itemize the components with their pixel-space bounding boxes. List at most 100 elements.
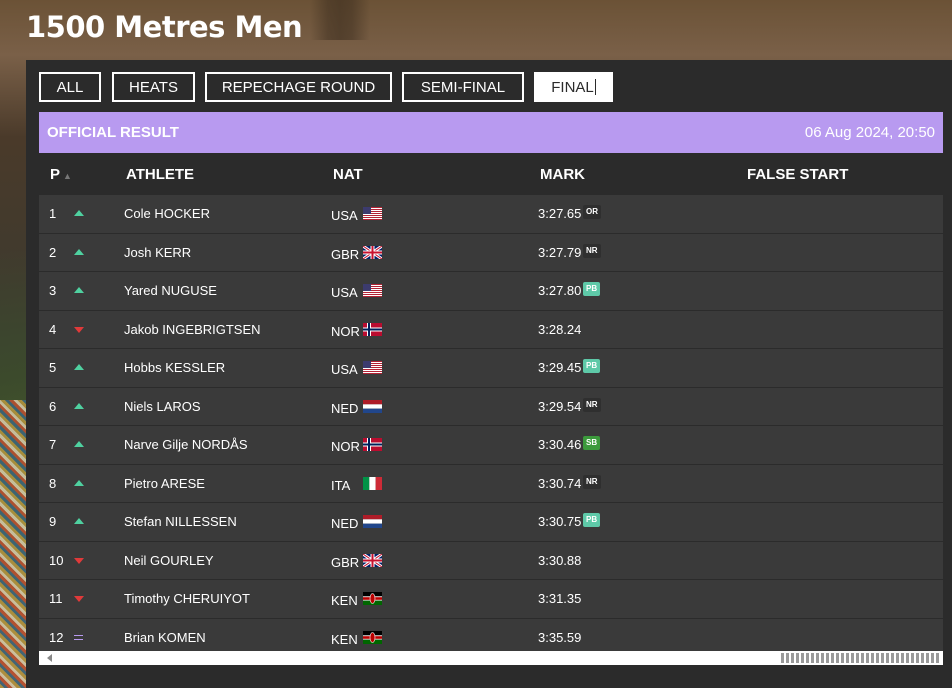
mark: 3:27.65 [538,206,582,221]
athlete-name[interactable]: Neil GOURLEY [124,553,214,568]
athlete-name[interactable]: Pietro ARESE [124,476,205,491]
record-badge: PB [583,282,601,296]
nat-code: GBR [331,554,360,570]
tab-repechage-round[interactable]: REPECHAGE ROUND [205,72,392,102]
trend-down-icon [74,326,84,333]
nat-code: NOR [331,439,360,454]
athlete-name[interactable]: Niels LAROS [124,399,201,414]
athlete-name[interactable]: Josh KERR [124,245,191,260]
table-row[interactable]: 7 Narve Gilje NORDÅS NOR 3:30.46 SB [39,426,943,465]
tab-final[interactable]: FINAL [534,72,613,102]
position: 4 [49,321,57,337]
eiffel-tower-silhouette [310,0,370,40]
nat-code: USA [331,208,358,223]
flag-icon [363,592,382,605]
position: 2 [49,244,57,260]
athlete-name[interactable]: Jakob INGEBRIGTSEN [124,322,261,337]
table-row[interactable]: 5 Hobbs KESSLER USA 3:29.45 PB [39,349,943,388]
table-row[interactable]: 2 Josh KERR GBR 3:27.79 NR [39,233,943,272]
position: 12 [49,629,64,645]
tab-heats[interactable]: HEATS [112,72,195,102]
nat-code: KEN [331,593,358,608]
athlete-name[interactable]: Narve Gilje NORDÅS [124,437,248,452]
page-title: 1500 Metres Men [26,10,303,44]
column-header-position-label: P [50,166,61,183]
nat-code: NOR [331,323,360,339]
result-status: OFFICIAL RESULT [47,124,179,141]
trend-up-icon [74,441,84,447]
column-header-mark: MARK [540,166,585,183]
mark: 3:29.54 [538,398,582,414]
athlete-name[interactable]: Yared NUGUSE [124,283,217,298]
results-panel: ALL HEATS REPECHAGE ROUND SEMI-FINAL FIN… [26,60,952,688]
athlete-name[interactable]: Cole HOCKER [124,206,210,221]
nat-code: GBR [331,246,360,262]
nat-code: NED [331,400,359,416]
tab-all[interactable]: ALL [39,72,101,102]
scroll-left-arrow-icon[interactable] [47,654,52,662]
table-header: P ▲ ATHLETE NAT MARK FALSE START [39,153,943,195]
mark: 3:27.79 [538,244,582,260]
results-table: P ▲ ATHLETE NAT MARK FALSE START 1 Cole HO… [39,153,943,657]
table-row[interactable]: 6 Niels LAROS NED 3:29.54 NR [39,387,943,426]
column-header-nat: NAT [333,166,363,183]
table-row[interactable]: 8 Pietro ARESE ITA 3:30.74 NR [39,464,943,503]
table-row[interactable]: 9 Stefan NILLESSEN NED 3:30.75 PB [39,503,943,542]
position: 1 [49,206,57,221]
position: 9 [49,514,57,529]
nat-code: NED [331,516,359,531]
flag-icon [363,284,382,297]
record-badge: NR [583,397,601,412]
record-badge: OR [583,205,601,219]
table-row[interactable]: 3 Yared NUGUSE USA 3:27.80 PB [39,272,943,311]
column-header-false-start: FALSE START [747,166,849,183]
trend-up-icon [74,479,84,486]
trend-equal-icon [74,634,83,640]
position: 5 [49,360,57,375]
mark: 3:30.88 [538,552,582,568]
record-badge: NR [583,474,601,489]
flag-icon [363,630,382,644]
mark: 3:29.45 [538,360,582,375]
sort-up-icon: ▲ [63,171,72,181]
table-row[interactable]: 10 Neil GOURLEY GBR 3:30.88 [39,541,943,580]
table-row[interactable]: 1 Cole HOCKER USA 3:27.65 OR [39,195,943,234]
athlete-name[interactable]: Brian KOMEN [124,630,206,645]
column-header-athlete: ATHLETE [126,166,195,183]
tab-semi-final[interactable]: SEMI-FINAL [402,72,524,102]
mark: 3:30.46 [538,437,582,452]
trend-up-icon [74,518,84,524]
athlete-name[interactable]: Hobbs KESSLER [124,360,225,375]
table-row[interactable]: 11 Timothy CHERUIYOT KEN 3:31.35 [39,580,943,619]
flag-icon [363,322,382,336]
flag-icon [363,515,382,528]
tab-final-label: FINAL [551,78,594,96]
athlete-name[interactable]: Stefan NILLESSEN [124,514,237,529]
table-row[interactable]: 4 Jakob INGEBRIGTSEN NOR 3:28.24 [39,310,943,349]
flag-icon [362,244,383,260]
athlete-name[interactable]: Timothy CHERUIYOT [124,591,250,606]
horizontal-scrollbar[interactable] [39,651,943,665]
record-badge: SB [583,436,601,450]
text-cursor [594,79,596,95]
trend-up-icon [74,210,84,216]
record-badge: NR [583,243,601,258]
flag-icon [362,552,383,568]
position: 8 [49,475,57,491]
position: 11 [49,591,63,606]
trend-up-icon [74,364,84,370]
scroll-thumb[interactable] [781,653,941,663]
column-header-position[interactable]: P ▲ [50,166,72,183]
flag-icon [363,438,382,451]
nat-code: KEN [331,631,358,647]
result-datetime: 06 Aug 2024, 20:50 [804,124,935,141]
flag-icon [363,399,382,413]
mark: 3:30.75 [538,514,582,529]
trend-up-icon [74,287,84,293]
nat-code: ITA [331,477,351,493]
mark: 3:30.74 [538,475,582,491]
trend-up-icon [74,248,84,255]
mark: 3:27.80 [538,283,582,298]
position: 3 [49,283,57,298]
flag-icon [363,476,382,490]
